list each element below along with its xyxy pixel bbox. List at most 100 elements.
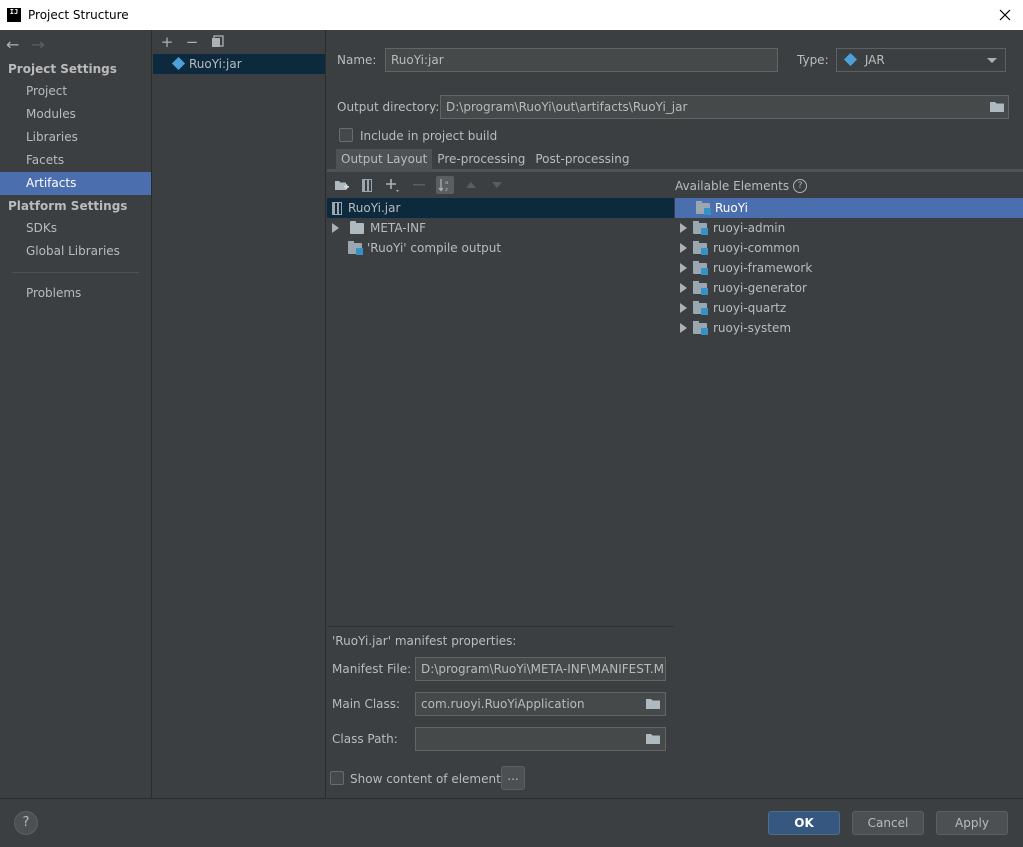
nav-section-project-settings: Project Settings xyxy=(8,62,117,76)
tab-underline xyxy=(327,169,1023,172)
main-class-input[interactable]: com.ruoyi.RuoYiApplication xyxy=(415,692,666,716)
add-dropdown-icon xyxy=(386,179,399,192)
module-icon xyxy=(693,240,708,255)
chevron-down-icon xyxy=(987,58,997,63)
close-icon xyxy=(999,9,1011,21)
available-item-ruoyi[interactable]: RuoYi xyxy=(675,198,1023,218)
ok-button[interactable]: OK xyxy=(768,811,840,835)
nav-item-problems[interactable]: Problems xyxy=(0,282,151,305)
available-item-label: ruoyi-quartz xyxy=(713,301,787,315)
tab-pre-processing[interactable]: Pre-processing xyxy=(432,149,530,170)
manifest-file-input[interactable]: D:\program\RuoYi\META-INF\MANIFEST.MF xyxy=(415,657,666,681)
browse-folder-icon[interactable] xyxy=(645,732,661,745)
module-icon xyxy=(693,320,708,335)
name-input[interactable]: RuoYi:jar xyxy=(385,48,778,72)
arrow-up-icon xyxy=(466,182,476,188)
close-button[interactable] xyxy=(995,5,1015,25)
artifact-item-ruoyi-jar[interactable]: RuoYi:jar xyxy=(153,54,325,74)
nav-item-project[interactable]: Project xyxy=(0,80,151,103)
include-in-build-checkbox[interactable] xyxy=(339,128,353,142)
nav-item-artifacts[interactable]: Artifacts xyxy=(0,172,151,195)
svg-text:z: z xyxy=(445,187,448,192)
layout-toolbar: az xyxy=(332,175,506,195)
back-arrow-icon[interactable]: ← xyxy=(6,35,19,54)
layout-tabs: Output Layout Pre-processing Post-proces… xyxy=(336,149,634,170)
available-item-ruoyi-admin[interactable]: ruoyi-admin xyxy=(675,218,1023,238)
create-directory-button[interactable] xyxy=(332,176,350,194)
output-layout-tree: RuoYi.jar META-INF 'RuoYi' compile outpu… xyxy=(327,198,674,258)
copy-icon xyxy=(211,34,224,47)
type-label: Type: xyxy=(797,53,829,67)
add-artifact-button[interactable]: + xyxy=(160,35,174,50)
copy-artifact-button[interactable] xyxy=(210,34,224,50)
available-item-ruoyi-common[interactable]: ruoyi-common xyxy=(675,238,1023,258)
available-item-ruoyi-generator[interactable]: ruoyi-generator xyxy=(675,278,1023,298)
jar-icon xyxy=(332,201,342,215)
nav-item-global-libraries[interactable]: Global Libraries xyxy=(0,240,151,263)
move-up-button[interactable] xyxy=(462,176,480,194)
artifact-item-label: RuoYi:jar xyxy=(189,57,242,71)
jar-icon xyxy=(362,178,372,192)
tree-row-label: META-INF xyxy=(370,221,427,235)
expand-arrow-icon[interactable] xyxy=(680,283,687,293)
manifest-title: 'RuoYi.jar' manifest properties: xyxy=(332,634,517,648)
nav-item-facets[interactable]: Facets xyxy=(0,149,151,172)
sort-elements-button[interactable]: az xyxy=(436,176,454,194)
output-directory-label: Output directory: xyxy=(337,100,440,114)
available-item-label: RuoYi xyxy=(715,201,748,215)
remove-element-button[interactable] xyxy=(410,176,428,194)
module-icon xyxy=(693,220,708,235)
folder-icon xyxy=(350,220,364,234)
available-elements-label: Available Elements xyxy=(675,179,790,193)
browse-folder-icon[interactable] xyxy=(989,100,1005,113)
add-element-button[interactable] xyxy=(384,176,402,194)
tab-post-processing[interactable]: Post-processing xyxy=(530,149,634,170)
cancel-button[interactable]: Cancel xyxy=(852,811,924,835)
tab-output-layout[interactable]: Output Layout xyxy=(336,149,433,170)
expand-arrow-icon[interactable] xyxy=(680,243,687,253)
tree-row-compile-output[interactable]: 'RuoYi' compile output xyxy=(327,238,674,258)
nav-item-modules[interactable]: Modules xyxy=(0,103,151,126)
settings-nav: ← → Project Settings Project Modules Lib… xyxy=(0,30,152,798)
show-content-label: Show content of elements xyxy=(350,772,508,786)
module-output-icon xyxy=(348,240,363,255)
expand-arrow-icon[interactable] xyxy=(332,223,339,233)
help-icon[interactable]: ? xyxy=(793,179,808,193)
apply-button[interactable]: Apply xyxy=(936,811,1008,835)
available-item-ruoyi-framework[interactable]: ruoyi-framework xyxy=(675,258,1023,278)
artifact-list-panel: + − RuoYi:jar xyxy=(153,30,326,798)
manifest-file-label: Manifest File: xyxy=(332,662,412,676)
expand-arrow-icon[interactable] xyxy=(680,263,687,273)
show-content-options-button[interactable]: ... xyxy=(501,766,525,790)
class-path-input[interactable] xyxy=(415,727,666,751)
manifest-divider xyxy=(327,626,674,627)
available-elements-tree: RuoYi ruoyi-admin ruoyi-common ruoyi-fra… xyxy=(675,198,1023,338)
remove-artifact-button[interactable]: − xyxy=(185,35,199,50)
move-down-button[interactable] xyxy=(488,176,506,194)
output-directory-input[interactable]: D:\program\RuoYi\out\artifacts\RuoYi_jar xyxy=(440,95,1009,119)
minus-icon xyxy=(413,184,425,186)
tree-row-ruoyi-jar[interactable]: RuoYi.jar xyxy=(327,198,674,218)
expand-arrow-icon[interactable] xyxy=(680,323,687,333)
nav-item-sdks[interactable]: SDKs xyxy=(0,217,151,240)
available-item-label: ruoyi-admin xyxy=(713,221,786,235)
intellij-icon: IJ xyxy=(7,8,21,22)
type-select[interactable]: JAR xyxy=(836,48,1006,72)
show-content-checkbox[interactable] xyxy=(330,771,344,785)
main-class-label: Main Class: xyxy=(332,697,401,711)
available-item-ruoyi-system[interactable]: ruoyi-system xyxy=(675,318,1023,338)
tree-row-meta-inf[interactable]: META-INF xyxy=(327,218,674,238)
forward-arrow-icon[interactable]: → xyxy=(31,35,44,54)
sort-alpha-icon: az xyxy=(438,179,448,192)
help-button[interactable]: ? xyxy=(14,811,38,835)
available-item-label: ruoyi-generator xyxy=(713,281,807,295)
tree-row-label: 'RuoYi' compile output xyxy=(367,241,502,255)
available-item-label: ruoyi-common xyxy=(713,241,800,255)
browse-folder-icon[interactable] xyxy=(645,697,661,710)
create-archive-button[interactable] xyxy=(358,176,376,194)
title-bar: IJ Project Structure xyxy=(0,0,1023,30)
expand-arrow-icon[interactable] xyxy=(680,223,687,233)
available-item-ruoyi-quartz[interactable]: ruoyi-quartz xyxy=(675,298,1023,318)
expand-arrow-icon[interactable] xyxy=(680,303,687,313)
nav-item-libraries[interactable]: Libraries xyxy=(0,126,151,149)
